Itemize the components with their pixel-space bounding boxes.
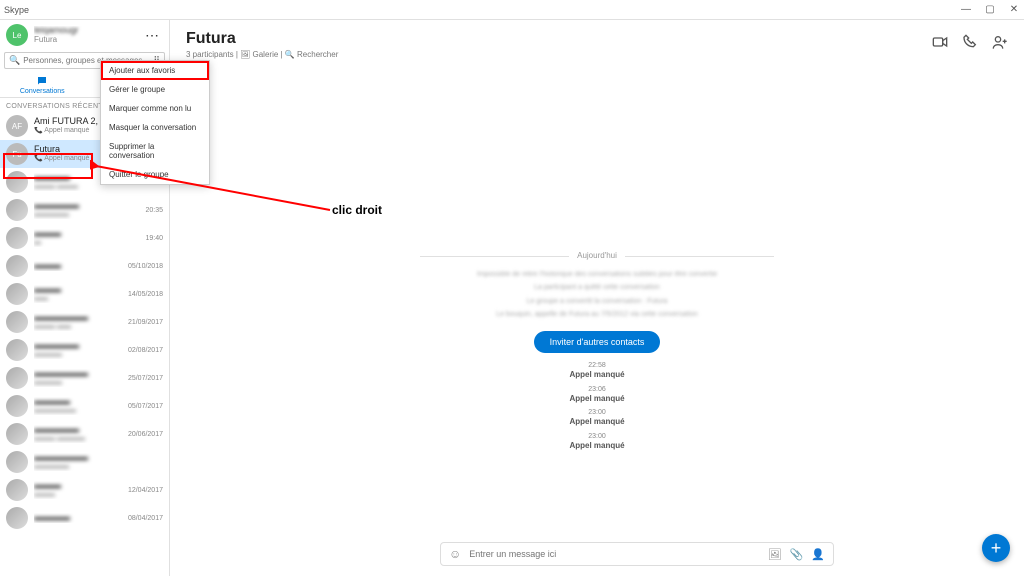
attach-image-icon[interactable]: 🖼 — [768, 548, 782, 561]
context-menu: Ajouter aux favoris Gérer le groupe Marq… — [100, 60, 210, 185]
system-messages: Impossible de relire l'historique des co… — [170, 268, 1024, 321]
menu-item-manage-group[interactable]: Gérer le groupe — [101, 80, 209, 99]
annotation-label: clic droit — [332, 203, 382, 217]
today-divider: Aujourd'hui — [420, 251, 774, 260]
profile-name: leiqamougr — [34, 26, 135, 36]
menu-item-delete-conversation[interactable]: Supprimer la conversation — [101, 137, 209, 165]
contact-card-icon[interactable]: 👤 — [811, 548, 825, 561]
menu-item-hide-conversation[interactable]: Masquer la conversation — [101, 118, 209, 137]
window-close[interactable]: ✕ — [1008, 4, 1020, 15]
audio-call-icon[interactable] — [962, 34, 978, 50]
chat-title: Futura — [186, 30, 338, 48]
chat-subline: 3 participants | 🖼 Galerie | 🔍 Recherche… — [186, 50, 338, 59]
conversation-item[interactable]: ▬▬▬▬19:40 — [0, 224, 169, 252]
conversation-item[interactable]: ▬▬▬▬▬▬▬▬▬▬▬ — [0, 448, 169, 476]
conversation-item[interactable]: ▬▬▬▬▬▬▬▬▬02/08/2017 — [0, 336, 169, 364]
message-input[interactable] — [469, 549, 759, 559]
add-people-icon[interactable] — [992, 34, 1008, 50]
message-composer[interactable]: ☺ 🖼 📎 👤 — [440, 542, 834, 566]
conversation-item[interactable]: ▬▬▬▬▬▬▬▬ ▬▬▬▬20/06/2017 — [0, 420, 169, 448]
conversation-item[interactable]: ▬▬▬▬▬▬▬▬▬ ▬▬21/09/2017 — [0, 308, 169, 336]
window-title: Skype — [4, 5, 29, 15]
conversation-item[interactable]: ▬▬▬▬▬▬12/04/2017 — [0, 476, 169, 504]
video-call-icon[interactable] — [932, 34, 948, 50]
profile-status: Futura — [34, 36, 135, 45]
menu-item-mark-unread[interactable]: Marquer comme non lu — [101, 99, 209, 118]
profile-row[interactable]: Le leiqamougr Futura ⋯ — [0, 20, 169, 50]
emoji-icon[interactable]: ☺ — [449, 547, 461, 561]
conversation-item[interactable]: ▬▬▬▬▬▬▬▬▬▬05/07/2017 — [0, 392, 169, 420]
search-icon: 🔍 — [9, 55, 20, 66]
chat-icon — [35, 75, 49, 87]
new-chat-fab[interactable]: + — [982, 534, 1010, 562]
invite-contacts-button[interactable]: Inviter d'autres contacts — [534, 331, 661, 353]
menu-item-add-favorite[interactable]: Ajouter aux favoris — [101, 61, 209, 80]
conversation-item[interactable]: ▬▬▬▬▬▬▬▬▬▬25/07/2017 — [0, 364, 169, 392]
window-titlebar: Skype — ▢ ✕ — [0, 0, 1024, 20]
missed-calls-log: 22:58Appel manqué 23:06Appel manqué 23:0… — [170, 361, 1024, 451]
conv-avatar: AF — [6, 115, 28, 137]
profile-avatar: Le — [6, 24, 28, 46]
attach-file-icon[interactable]: 📎 — [790, 548, 804, 561]
menu-item-leave-group[interactable]: Quitter le groupe — [101, 165, 209, 184]
chat-header: Futura 3 participants | 🖼 Galerie | 🔍 Re… — [170, 20, 1024, 65]
more-icon[interactable]: ⋯ — [141, 27, 163, 44]
conversation-item[interactable]: ▬▬▬▬▬▬▬▬▬▬20:35 — [0, 196, 169, 224]
conversation-item[interactable]: ▬▬▬05/10/2018 — [0, 252, 169, 280]
chat-body: Aujourd'hui Impossible de relire l'histo… — [170, 65, 1024, 536]
conv-avatar: Fu — [6, 143, 28, 165]
conversation-item[interactable]: ▬▬▬▬▬14/05/2018 — [0, 280, 169, 308]
window-minimize[interactable]: — — [960, 4, 972, 15]
tab-conversations[interactable]: Conversations — [0, 71, 85, 97]
window-maximize[interactable]: ▢ — [984, 4, 996, 15]
conversation-item[interactable]: ▬▬▬▬08/04/2017 — [0, 504, 169, 532]
chat-pane: Futura 3 participants | 🖼 Galerie | 🔍 Re… — [170, 20, 1024, 576]
